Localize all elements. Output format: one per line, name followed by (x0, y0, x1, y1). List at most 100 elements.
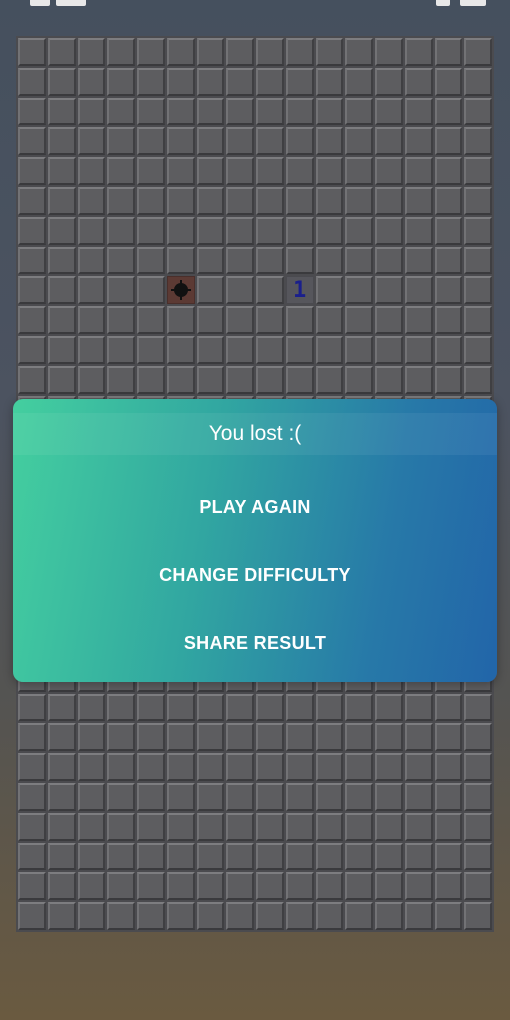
board-cell[interactable] (77, 693, 106, 722)
board-cell[interactable] (18, 246, 46, 275)
board-cell[interactable] (77, 157, 106, 185)
board-cell[interactable] (375, 842, 403, 871)
board-cell[interactable] (137, 97, 165, 126)
board-cell[interactable] (77, 753, 106, 781)
board-cell[interactable] (404, 693, 433, 722)
board-cell[interactable] (375, 782, 403, 811)
board-cell[interactable] (47, 842, 76, 871)
board-cell[interactable] (166, 902, 195, 930)
board-cell[interactable] (166, 38, 195, 66)
board-cell[interactable] (107, 782, 135, 811)
board-cell[interactable] (226, 753, 254, 781)
board-cell[interactable] (107, 902, 135, 930)
board-cell[interactable] (18, 127, 46, 156)
board-cell[interactable] (47, 186, 76, 215)
board-cell[interactable] (18, 306, 46, 334)
board-cell[interactable] (464, 246, 492, 275)
board-cell[interactable] (226, 157, 254, 185)
board-cell[interactable] (166, 693, 195, 722)
board-cell[interactable] (404, 842, 433, 871)
board-cell[interactable] (345, 186, 373, 215)
board-cell[interactable] (464, 276, 492, 305)
board-cell[interactable] (345, 842, 373, 871)
board-cell[interactable] (77, 38, 106, 66)
board-cell[interactable] (404, 67, 433, 96)
board-cell[interactable] (77, 186, 106, 215)
board-cell[interactable] (18, 157, 46, 185)
board-cell[interactable] (256, 812, 284, 841)
board-cell[interactable] (18, 872, 46, 901)
board-cell[interactable] (375, 872, 403, 901)
board-cell[interactable] (107, 693, 135, 722)
board-cell[interactable] (256, 842, 284, 871)
board-cell[interactable] (47, 753, 76, 781)
board-cell[interactable] (137, 127, 165, 156)
board-cell[interactable] (285, 782, 314, 811)
board-cell[interactable] (47, 157, 76, 185)
board-cell[interactable] (137, 246, 165, 275)
board-cell[interactable] (196, 97, 225, 126)
board-cell[interactable] (464, 365, 492, 394)
board-cell[interactable] (196, 276, 225, 305)
board-cell[interactable] (256, 782, 284, 811)
board-cell[interactable] (404, 97, 433, 126)
board-cell[interactable] (315, 723, 344, 752)
board-cell[interactable] (137, 812, 165, 841)
board-cell[interactable] (434, 812, 463, 841)
board-cell[interactable] (285, 38, 314, 66)
board-cell[interactable] (226, 127, 254, 156)
board-cell[interactable] (434, 693, 463, 722)
board-cell[interactable] (196, 902, 225, 930)
board-cell[interactable] (256, 97, 284, 126)
board-cell[interactable] (375, 97, 403, 126)
board-cell[interactable] (226, 186, 254, 215)
board-cell[interactable] (434, 157, 463, 185)
board-cell[interactable] (166, 216, 195, 245)
board-cell[interactable] (196, 872, 225, 901)
board-cell[interactable] (256, 306, 284, 334)
board-cell[interactable] (18, 812, 46, 841)
board-cell[interactable] (226, 365, 254, 394)
board-cell[interactable] (375, 246, 403, 275)
board-cell[interactable] (77, 97, 106, 126)
board-cell[interactable] (77, 127, 106, 156)
board-cell[interactable] (434, 216, 463, 245)
board-cell[interactable] (464, 842, 492, 871)
board-cell[interactable] (137, 276, 165, 305)
board-cell[interactable] (47, 276, 76, 305)
board-cell[interactable] (375, 306, 403, 334)
board-cell[interactable] (137, 306, 165, 334)
board-cell[interactable] (345, 753, 373, 781)
board-cell[interactable] (137, 753, 165, 781)
board-cell[interactable] (107, 38, 135, 66)
board-cell[interactable] (107, 753, 135, 781)
board-cell[interactable] (196, 723, 225, 752)
board-cell[interactable] (345, 723, 373, 752)
board-cell[interactable] (107, 246, 135, 275)
board-cell[interactable] (18, 753, 46, 781)
board-cell[interactable] (196, 127, 225, 156)
board-cell[interactable] (107, 812, 135, 841)
board-cell[interactable] (256, 753, 284, 781)
board-cell[interactable] (77, 246, 106, 275)
board-cell[interactable] (256, 157, 284, 185)
board-cell[interactable] (375, 335, 403, 364)
board-cell[interactable] (464, 216, 492, 245)
board-cell[interactable] (47, 127, 76, 156)
board-cell[interactable] (226, 693, 254, 722)
board-cell[interactable] (77, 67, 106, 96)
board-cell[interactable] (137, 38, 165, 66)
board-cell[interactable] (256, 186, 284, 215)
board-cell[interactable] (77, 365, 106, 394)
board-cell[interactable] (107, 186, 135, 215)
board-cell[interactable] (18, 216, 46, 245)
board-cell[interactable] (464, 723, 492, 752)
board-cell[interactable] (18, 335, 46, 364)
board-cell[interactable] (404, 186, 433, 215)
change-difficulty-button[interactable]: CHANGE DIFFICULTY (13, 550, 497, 600)
board-cell[interactable] (166, 186, 195, 215)
board-cell[interactable] (47, 306, 76, 334)
board-cell[interactable] (256, 872, 284, 901)
board-cell[interactable] (285, 186, 314, 215)
board-cell[interactable] (18, 782, 46, 811)
